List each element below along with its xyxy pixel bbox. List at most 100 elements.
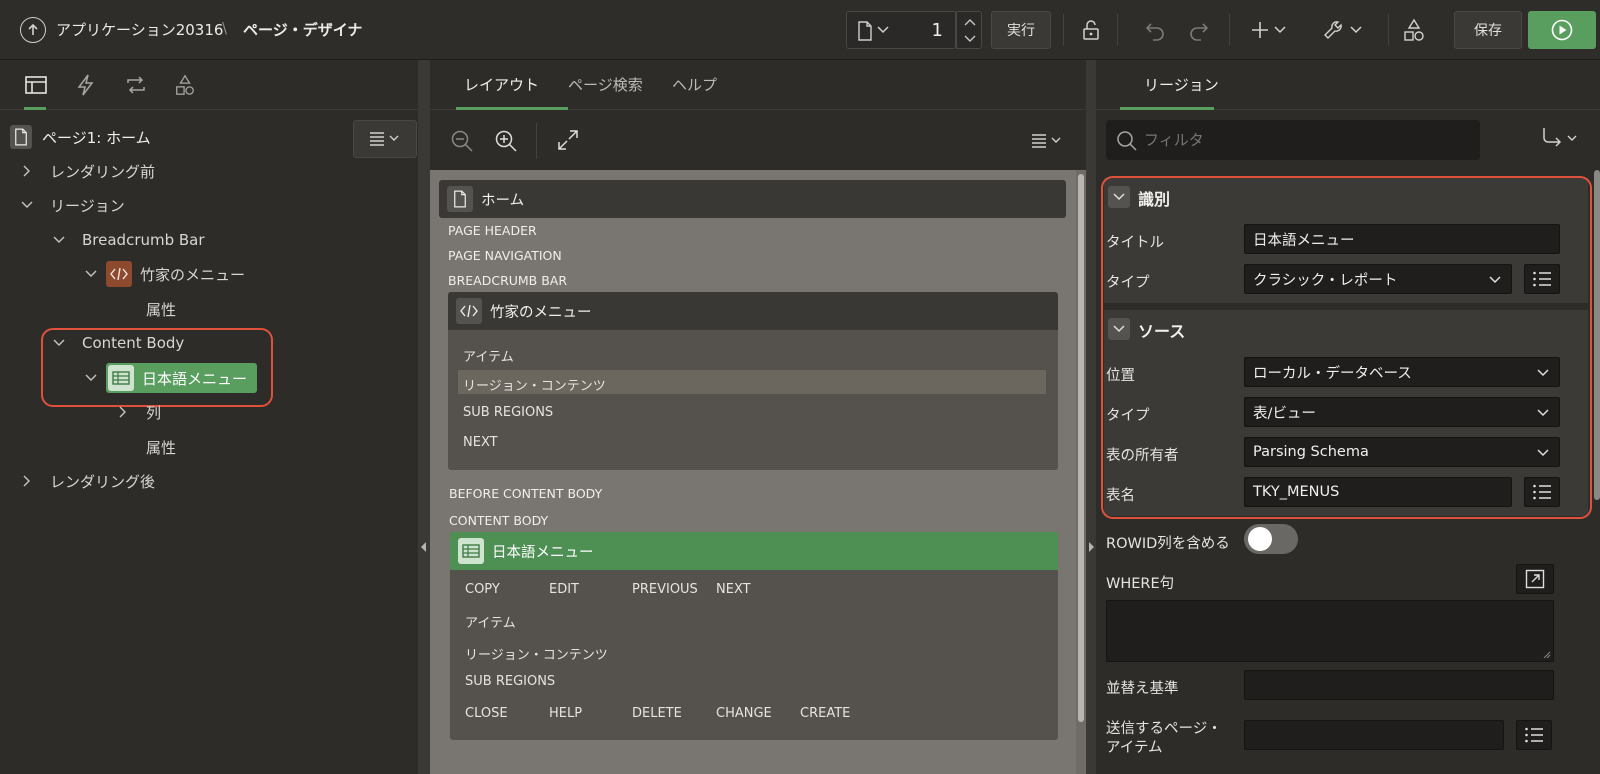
menu-icon[interactable] (1030, 133, 1064, 149)
slot-items[interactable]: アイテム (465, 612, 516, 631)
code-icon (456, 298, 482, 324)
chevron-up-icon[interactable] (964, 18, 976, 26)
table-icon (458, 538, 484, 564)
slot-content-body[interactable]: CONTENT BODY (449, 513, 548, 528)
app-title-link[interactable]: アプリケーション20316 (56, 19, 223, 40)
page-selector[interactable]: 1 (846, 11, 956, 49)
tree-node-breadcrumb-bar[interactable]: Breadcrumb Bar (52, 225, 205, 255)
wrench-icon[interactable] (1317, 14, 1371, 46)
submit-items-field[interactable] (1244, 720, 1504, 750)
page-icon (447, 186, 473, 212)
unlock-icon[interactable] (1074, 14, 1108, 46)
property-scrollbar[interactable] (1594, 170, 1600, 500)
left-splitter[interactable] (418, 60, 430, 774)
slot-breadcrumb-bar[interactable]: BREADCRUMB BAR (448, 273, 567, 288)
region-header-selected[interactable]: 日本語メニュー (450, 532, 1058, 570)
zoom-out-icon[interactable] (450, 129, 474, 153)
shared-components-icon[interactable] (1397, 14, 1431, 46)
menu-icon (370, 132, 399, 146)
tree-node-page[interactable]: ページ1: ホーム (10, 122, 151, 152)
tree-node-after-rendering[interactable]: レンダリング後 (20, 466, 155, 496)
collapse-left-icon (421, 542, 426, 552)
tree-node-japanese-menu[interactable]: 日本語メニュー (84, 363, 258, 393)
chevron-down-icon[interactable] (964, 35, 976, 43)
tree-node-columns[interactable]: 列 (116, 397, 161, 427)
resize-handle-icon (1543, 651, 1551, 659)
save-and-run-button[interactable] (1528, 11, 1596, 49)
tree-node-attributes[interactable]: 属性 (146, 432, 176, 462)
slot-copy[interactable]: COPY (465, 582, 500, 597)
shared-components-icon[interactable] (174, 73, 196, 97)
slot-page-header[interactable]: PAGE HEADER (448, 223, 537, 238)
tree-node-before-rendering[interactable]: レンダリング前 (20, 156, 155, 186)
zoom-in-icon[interactable] (494, 129, 518, 153)
slot-next[interactable]: NEXT (716, 582, 751, 597)
tree-node-takeya-menu[interactable]: 竹家のメニュー (84, 259, 245, 289)
page-number-input[interactable]: 1 (932, 20, 943, 41)
list-of-values-button[interactable] (1516, 720, 1552, 750)
selected-node[interactable]: 日本語メニュー (106, 363, 258, 393)
slot-region-content[interactable]: リージョン・コンテンツ (463, 375, 606, 394)
redo-icon[interactable] (1182, 14, 1216, 46)
slot-next[interactable]: NEXT (463, 435, 498, 450)
canvas-scrollbar[interactable] (1076, 170, 1086, 774)
slot-edit[interactable]: EDIT (549, 582, 579, 597)
chevron-down-icon (53, 236, 65, 243)
filter-input[interactable] (1144, 126, 1464, 154)
slot-close[interactable]: CLOSE (465, 706, 508, 721)
order-by-field[interactable] (1244, 670, 1554, 700)
search-icon (1117, 131, 1137, 151)
slot-previous[interactable]: PREVIOUS (632, 582, 698, 597)
layout-panel: レイアウト ページ検索 ヘルプ ホーム PAGE HEADER PAGE NAV… (430, 60, 1086, 774)
slot-sub-regions[interactable]: SUB REGIONS (465, 674, 555, 689)
slot-items[interactable]: アイテム (463, 346, 514, 365)
tree-label: 日本語メニュー (142, 369, 248, 388)
run-button[interactable]: 実行 (991, 11, 1051, 49)
slot-help[interactable]: HELP (549, 706, 582, 721)
slot-create[interactable]: CREATE (800, 706, 850, 721)
rendering-tab-icon[interactable] (24, 74, 48, 96)
layout-toolbar (430, 111, 1086, 170)
filter-box[interactable] (1106, 120, 1480, 160)
scrollbar-thumb[interactable] (1078, 174, 1084, 722)
tree-menu-button[interactable] (353, 120, 417, 158)
right-splitter[interactable] (1086, 60, 1096, 774)
tree-node-regions[interactable]: リージョン (20, 190, 125, 220)
tree-label: レンダリング後 (50, 472, 156, 491)
chevron-down-icon (85, 270, 97, 277)
app-home-icon[interactable] (20, 17, 46, 43)
go-to-group-icon[interactable] (1540, 124, 1580, 152)
region-header[interactable]: 竹家のメニュー (448, 292, 1058, 330)
create-menu-button[interactable] (1243, 14, 1297, 46)
table-icon (108, 365, 134, 391)
lightning-icon[interactable] (76, 74, 96, 96)
save-button[interactable]: 保存 (1454, 11, 1522, 49)
slot-change[interactable]: CHANGE (716, 706, 772, 721)
slot-page-navigation[interactable]: PAGE NAVIGATION (448, 248, 562, 263)
code-editor-button[interactable] (1516, 564, 1554, 594)
tree-node-content-body[interactable]: Content Body (52, 328, 184, 358)
processing-icon[interactable] (124, 74, 148, 96)
tab-help[interactable]: ヘルプ (672, 74, 717, 95)
where-textarea[interactable] (1106, 600, 1554, 662)
left-panel-tabs (0, 60, 418, 110)
page-stepper[interactable] (956, 11, 982, 49)
center-tabs: レイアウト ページ検索 ヘルプ (430, 60, 1086, 110)
top-toolbar: アプリケーション20316 \ ページ・デザイナ 1 実行 保存 (0, 0, 1600, 60)
tree-node-attributes[interactable]: 属性 (146, 294, 176, 324)
tab-layout[interactable]: レイアウト (464, 74, 539, 95)
page-home-bar[interactable]: ホーム (439, 180, 1066, 218)
tab-page-search[interactable]: ページ検索 (568, 74, 643, 95)
slot-before-content-body[interactable]: BEFORE CONTENT BODY (449, 486, 602, 501)
tree-label: 属性 (146, 300, 177, 319)
rowid-toggle[interactable] (1244, 524, 1298, 554)
expand-icon[interactable] (557, 129, 579, 151)
slot-region-content[interactable]: リージョン・コンテンツ (465, 644, 608, 663)
undo-icon[interactable] (1138, 14, 1172, 46)
region-japanese-menu[interactable]: 日本語メニュー COPY EDIT PREVIOUS NEXT アイテム リージ… (450, 532, 1058, 740)
tab-region[interactable]: リージョン (1144, 74, 1219, 95)
highlight-annotation (1101, 176, 1592, 519)
slot-sub-regions[interactable]: SUB REGIONS (463, 405, 553, 420)
region-takeya-menu[interactable]: 竹家のメニュー アイテム リージョン・コンテンツ SUB REGIONS NEX… (448, 292, 1058, 470)
slot-delete[interactable]: DELETE (632, 706, 682, 721)
